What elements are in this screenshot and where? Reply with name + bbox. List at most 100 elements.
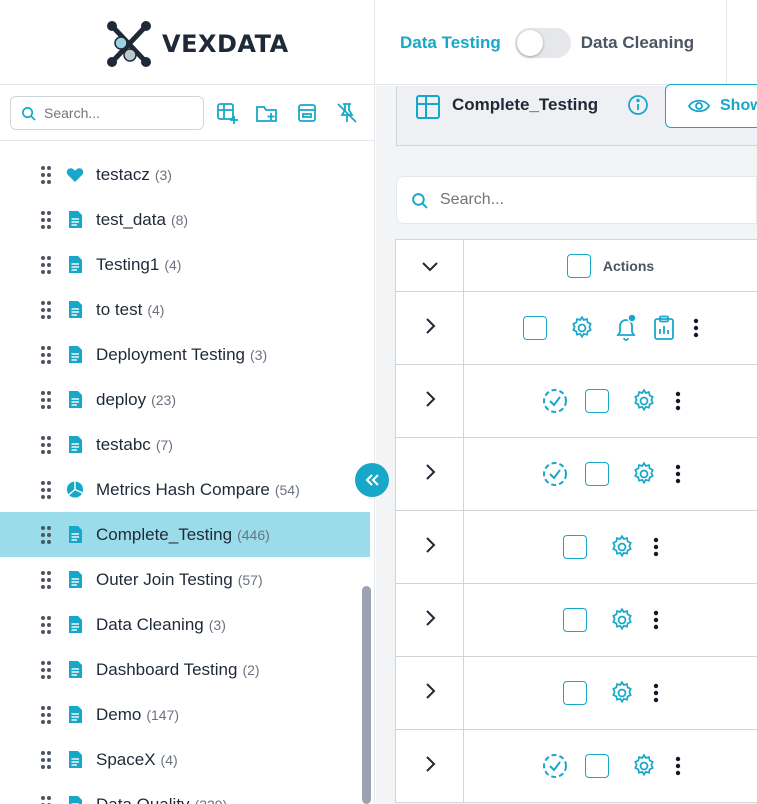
more-options-icon[interactable]: [675, 464, 681, 484]
main-panel: Complete_Testing Show Actions: [376, 84, 757, 804]
drag-handle-icon[interactable]: [40, 165, 52, 185]
drag-handle-icon[interactable]: [40, 525, 52, 545]
more-options-icon[interactable]: [675, 391, 681, 411]
mode-toggle[interactable]: [514, 28, 571, 58]
drag-handle-icon[interactable]: [40, 570, 52, 590]
gear-icon[interactable]: [631, 388, 657, 414]
table-row: [396, 292, 757, 365]
search-icon: [412, 192, 428, 209]
more-options-icon[interactable]: [675, 756, 681, 776]
tree-item[interactable]: Dashboard Testing (2): [0, 647, 370, 692]
tree-item[interactable]: Metrics Hash Compare (54): [0, 467, 370, 512]
drag-handle-icon[interactable]: [40, 750, 52, 770]
project-tree: testacz (3) test_data (8) Testing1 (4) to test…: [0, 152, 370, 804]
tree-item-count: (54): [274, 481, 300, 498]
actions-header-label: Actions: [602, 257, 655, 274]
tree-item[interactable]: Testing1 (4): [0, 242, 370, 287]
chevron-right-icon: [424, 609, 436, 632]
tree-item[interactable]: Complete_Testing (446): [0, 512, 370, 557]
select-all-checkbox[interactable]: [566, 253, 591, 278]
drag-handle-icon[interactable]: [40, 255, 52, 275]
document-icon: [66, 210, 84, 230]
show-button[interactable]: Show: [665, 84, 757, 128]
document-icon: [66, 300, 84, 320]
sidebar-search-input[interactable]: [44, 105, 194, 121]
expand-row-toggle[interactable]: [396, 438, 464, 510]
info-icon[interactable]: [627, 94, 649, 121]
gear-icon[interactable]: [609, 607, 635, 633]
drag-handle-icon[interactable]: [40, 345, 52, 365]
tree-item[interactable]: SpaceX (4): [0, 737, 370, 782]
tree-item-count: (446): [237, 526, 270, 543]
row-actions-cell: [464, 657, 757, 729]
logo: VEXDATA: [104, 18, 304, 70]
document-icon: [66, 525, 84, 545]
unpin-icon[interactable]: [334, 100, 360, 126]
tree-item-count: (4): [164, 256, 182, 273]
chevron-right-icon: [424, 682, 436, 705]
expand-all-toggle[interactable]: [396, 240, 464, 291]
document-icon: [66, 615, 84, 635]
table-row: [396, 730, 757, 803]
drag-handle-icon[interactable]: [40, 705, 52, 725]
drag-handle-icon[interactable]: [40, 795, 52, 804]
tree-item[interactable]: Demo (147): [0, 692, 370, 737]
more-options-icon[interactable]: [653, 683, 659, 703]
mode-label-data-cleaning[interactable]: Data Cleaning: [581, 33, 694, 53]
tree-item[interactable]: testacz (3): [0, 152, 370, 197]
more-options-icon[interactable]: [653, 537, 659, 557]
row-checkbox[interactable]: [562, 535, 587, 559]
row-checkbox[interactable]: [562, 681, 587, 705]
tree-item[interactable]: test_data (8): [0, 197, 370, 242]
tree-item[interactable]: Deployment Testing (3): [0, 332, 370, 377]
more-options-icon[interactable]: [653, 610, 659, 630]
drag-handle-icon[interactable]: [40, 390, 52, 410]
brand-name: VEXDATA: [162, 30, 289, 58]
drag-handle-icon[interactable]: [40, 435, 52, 455]
chevron-right-icon: [424, 317, 436, 340]
sidebar-scrollbar[interactable]: [362, 586, 371, 804]
tree-item[interactable]: Data Cleaning (3): [0, 602, 370, 647]
tree-item-count: (3): [208, 616, 226, 633]
main-search-input[interactable]: [440, 191, 740, 209]
expand-row-toggle[interactable]: [396, 365, 464, 437]
gear-icon[interactable]: [569, 315, 595, 341]
report-icon[interactable]: [653, 315, 675, 341]
tree-item-label: to test: [96, 299, 143, 319]
mode-switch: Data Testing Data Cleaning: [400, 28, 694, 58]
tree-item[interactable]: Outer Join Testing (57): [0, 557, 370, 602]
bell-icon[interactable]: [613, 313, 639, 343]
gear-icon[interactable]: [631, 461, 657, 487]
archive-icon[interactable]: [294, 100, 320, 126]
tree-item-label: Data Cleaning: [96, 614, 204, 634]
gear-icon[interactable]: [609, 534, 635, 560]
drag-handle-icon[interactable]: [40, 300, 52, 320]
row-checkbox[interactable]: [584, 389, 609, 413]
tree-item[interactable]: to test (4): [0, 287, 370, 332]
add-folder-icon[interactable]: [254, 100, 280, 126]
drag-handle-icon[interactable]: [40, 480, 52, 500]
collapse-sidebar-button[interactable]: [355, 463, 389, 497]
expand-row-toggle[interactable]: [396, 511, 464, 583]
expand-row-toggle[interactable]: [396, 292, 464, 364]
tree-item[interactable]: deploy (23): [0, 377, 370, 422]
row-checkbox[interactable]: [584, 754, 609, 778]
tree-item[interactable]: Data Quality (339): [0, 782, 370, 804]
row-checkbox[interactable]: [522, 316, 547, 340]
gear-icon[interactable]: [631, 753, 657, 779]
more-options-icon[interactable]: [693, 318, 699, 338]
mode-label-data-testing[interactable]: Data Testing: [400, 33, 501, 53]
expand-row-toggle[interactable]: [396, 584, 464, 656]
expand-row-toggle[interactable]: [396, 730, 464, 802]
expand-row-toggle[interactable]: [396, 657, 464, 729]
row-checkbox[interactable]: [562, 608, 587, 632]
search-icon: [22, 106, 36, 121]
drag-handle-icon[interactable]: [40, 615, 52, 635]
drag-handle-icon[interactable]: [40, 660, 52, 680]
gear-icon[interactable]: [609, 680, 635, 706]
tree-item-label: deploy: [96, 389, 147, 409]
add-table-icon[interactable]: [214, 100, 240, 126]
row-checkbox[interactable]: [584, 462, 609, 486]
tree-item[interactable]: testabc (7): [0, 422, 370, 467]
drag-handle-icon[interactable]: [40, 210, 52, 230]
